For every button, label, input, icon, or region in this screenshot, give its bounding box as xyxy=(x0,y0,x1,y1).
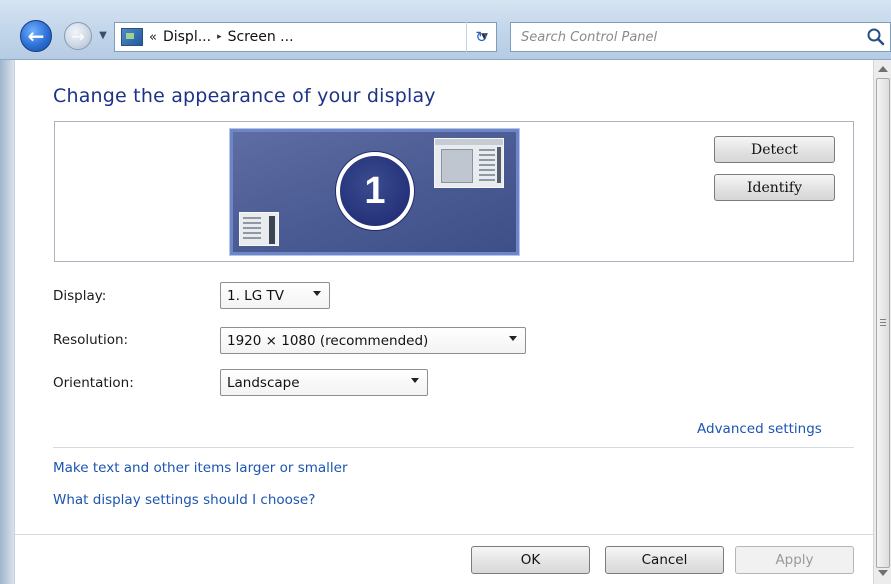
scroll-up-icon[interactable] xyxy=(878,66,888,72)
display-label: Display: xyxy=(53,288,107,304)
recent-pages-button[interactable]: ▼ xyxy=(96,28,110,42)
orientation-select-value: Landscape xyxy=(227,374,300,391)
address-bar[interactable]: « Displ... ▸ Screen ... ▼ xyxy=(114,22,497,52)
cancel-button[interactable]: Cancel xyxy=(605,546,724,574)
breadcrumb-screen-resolution[interactable]: Screen ... xyxy=(228,29,294,45)
mini-window-icon xyxy=(434,138,504,188)
apply-button[interactable]: Apply xyxy=(735,546,854,574)
arrow-right-icon: → xyxy=(71,26,85,46)
display-arrangement-panel: 1 Detect Identify xyxy=(54,121,854,262)
forward-button[interactable]: → xyxy=(64,22,92,50)
breadcrumb-display[interactable]: Displ... xyxy=(163,29,211,45)
arrow-left-icon: ← xyxy=(27,24,45,48)
text-size-link[interactable]: Make text and other items larger or smal… xyxy=(53,460,348,476)
chevron-down-icon: ▼ xyxy=(99,29,107,41)
display-select[interactable]: 1. LG TV xyxy=(220,282,330,309)
page-title: Change the appearance of your display xyxy=(53,85,436,107)
back-button[interactable]: ← xyxy=(20,20,52,52)
scrollbar-thumb[interactable] xyxy=(876,78,890,568)
refresh-icon: ↻ xyxy=(475,28,488,46)
vertical-scrollbar[interactable] xyxy=(873,60,891,584)
ok-button[interactable]: OK xyxy=(471,546,590,574)
monitor-number-badge: 1 xyxy=(336,152,414,230)
resolution-label: Resolution: xyxy=(53,332,129,348)
control-panel-icon xyxy=(121,28,143,46)
monitor-1-preview[interactable]: 1 xyxy=(229,128,520,256)
mini-document-icon xyxy=(239,212,279,246)
search-icon[interactable] xyxy=(866,27,886,47)
advanced-settings-link[interactable]: Advanced settings xyxy=(697,421,822,437)
window-frame-left xyxy=(0,60,14,584)
orientation-label: Orientation: xyxy=(53,375,134,391)
orientation-select[interactable]: Landscape xyxy=(220,369,428,396)
grip-icon xyxy=(880,319,886,327)
search-input[interactable] xyxy=(519,24,859,50)
display-help-link[interactable]: What display settings should I choose? xyxy=(53,492,315,508)
chevron-down-icon xyxy=(411,378,419,383)
address-overflow[interactable]: « xyxy=(149,30,157,45)
navigation-toolbar: ← → ▼ « Displ... ▸ Screen ... ▼ ↻ xyxy=(0,0,891,60)
search-box[interactable] xyxy=(510,22,891,52)
divider xyxy=(53,447,854,448)
resolution-select-value: 1920 × 1080 (recommended) xyxy=(227,332,429,349)
chevron-down-icon xyxy=(313,291,321,296)
breadcrumb-separator-icon[interactable]: ▸ xyxy=(217,32,222,42)
resolution-select[interactable]: 1920 × 1080 (recommended) xyxy=(220,327,526,354)
main-content: Change the appearance of your display 1 … xyxy=(14,60,874,584)
display-select-value: 1. LG TV xyxy=(227,287,284,304)
scroll-down-icon[interactable] xyxy=(878,570,888,576)
detect-button[interactable]: Detect xyxy=(714,136,835,163)
identify-button[interactable]: Identify xyxy=(714,174,835,201)
refresh-button[interactable]: ↻ xyxy=(466,22,496,52)
chevron-down-icon xyxy=(509,336,517,341)
